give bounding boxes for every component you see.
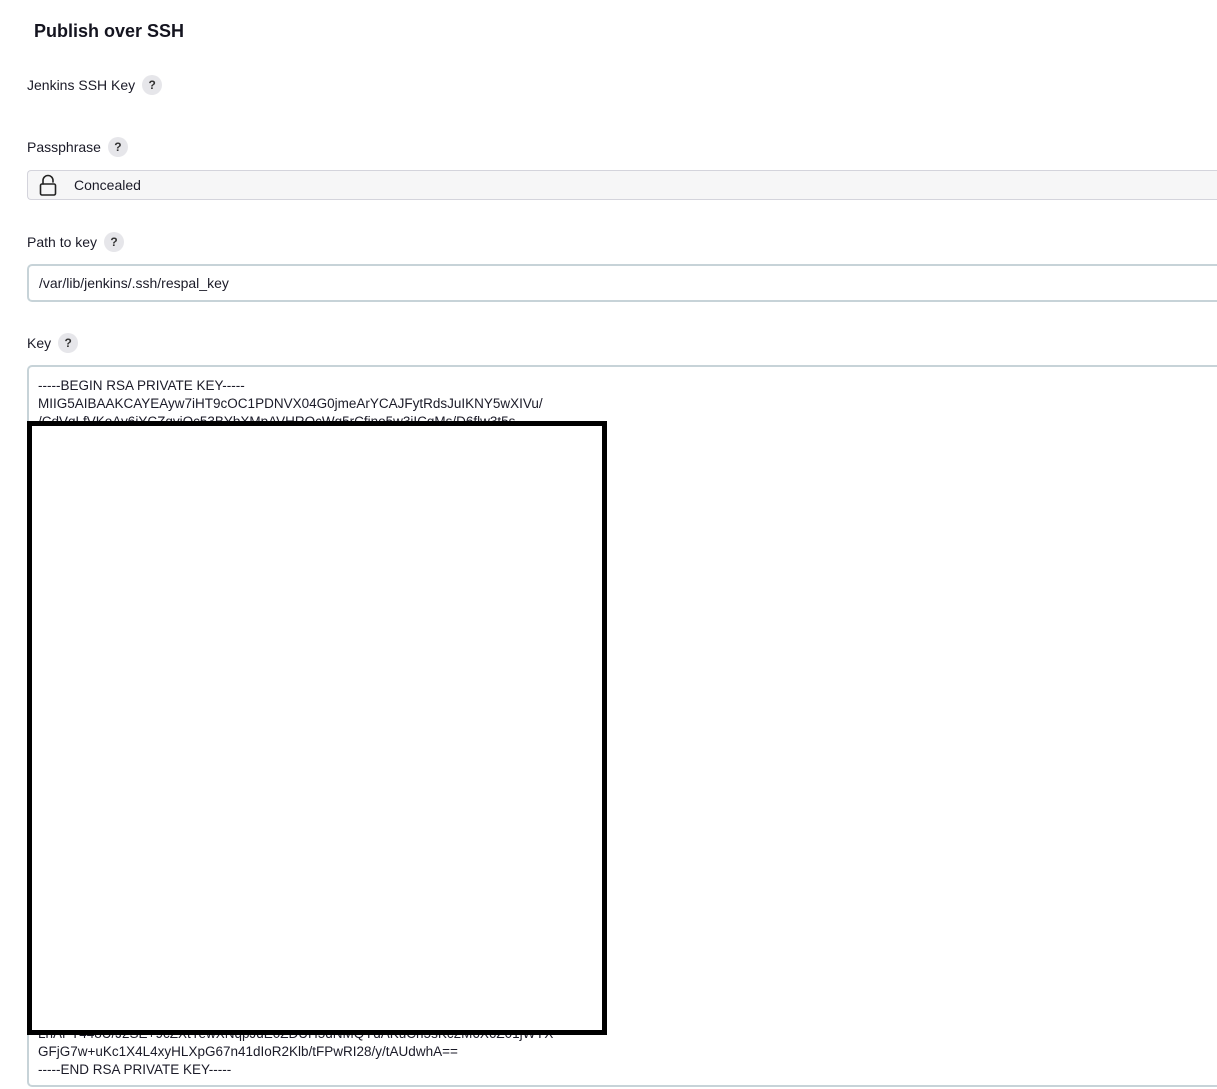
key-line: -----BEGIN RSA PRIVATE KEY----- [38,378,245,393]
redaction-box [27,421,607,1035]
passphrase-concealed-field[interactable]: Concealed [27,170,1217,200]
section-title: Publish over SSH [34,21,185,41]
key-line: MIIG5AIBAAKCAYEAyw7iHT9cOC1PDNVX04G0jmeA… [38,396,543,411]
jenkins-ssh-key-label: Jenkins SSH Key [27,77,136,93]
path-to-key-label: Path to key [27,234,98,250]
lock-icon [39,174,57,196]
key-label-row: Key ? [27,333,79,353]
passphrase-label: Passphrase [27,139,101,155]
jenkins-ssh-key-help-button[interactable]: ? [142,75,163,95]
path-to-key-input[interactable] [27,264,1217,302]
key-help-button[interactable]: ? [58,333,79,353]
passphrase-concealed-text: Concealed [74,177,141,193]
path-to-key-label-row: Path to key ? [27,232,125,252]
key-label: Key [27,335,52,351]
path-to-key-help-button[interactable]: ? [104,232,125,252]
passphrase-label-row: Passphrase ? [27,137,128,157]
jenkins-ssh-key-label-row: Jenkins SSH Key ? [27,75,163,95]
key-line: GFjG7w+uKc1X4L4xyHLXpG67n41dIoR2Klb/tFPw… [38,1044,458,1059]
passphrase-help-button[interactable]: ? [107,137,128,157]
key-line: -----END RSA PRIVATE KEY----- [38,1062,232,1077]
